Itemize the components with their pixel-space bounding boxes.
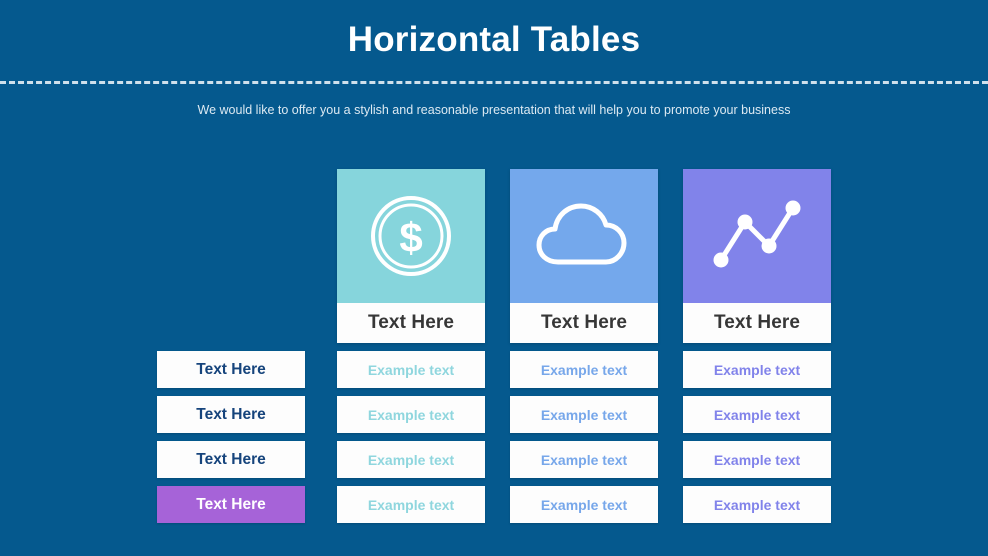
page-subtitle: We would like to offer you a stylish and… <box>197 103 791 117</box>
row-label-3[interactable]: Text Here <box>157 441 305 478</box>
table-cell-2-4[interactable]: Example text <box>510 486 658 523</box>
table-cell-3-4[interactable]: Example text <box>683 486 831 523</box>
dashed-divider <box>0 81 988 84</box>
line-chart-icon <box>683 169 831 303</box>
column-header-label-1: Text Here <box>337 303 485 343</box>
column-cells-3: Example text Example text Example text E… <box>683 351 831 531</box>
column-cells-1: Example text Example text Example text E… <box>337 351 485 531</box>
column-header-card-1[interactable]: $ Text Here <box>337 169 485 343</box>
column-header-card-3[interactable]: Text Here <box>683 169 831 343</box>
column-header-label-2: Text Here <box>510 303 658 343</box>
row-label-1[interactable]: Text Here <box>157 351 305 388</box>
coin-dollar-icon: $ <box>337 169 485 303</box>
row-label-2[interactable]: Text Here <box>157 396 305 433</box>
horizontal-table: Text Here Text Here Text Here Text Here … <box>157 169 853 529</box>
cloud-icon <box>510 169 658 303</box>
table-cell-3-3[interactable]: Example text <box>683 441 831 478</box>
table-cell-3-1[interactable]: Example text <box>683 351 831 388</box>
column-header-card-2[interactable]: Text Here <box>510 169 658 343</box>
table-cell-1-4[interactable]: Example text <box>337 486 485 523</box>
table-cell-2-3[interactable]: Example text <box>510 441 658 478</box>
table-cell-1-1[interactable]: Example text <box>337 351 485 388</box>
column-cells-2: Example text Example text Example text E… <box>510 351 658 531</box>
row-label-4[interactable]: Text Here <box>157 486 305 523</box>
table-cell-3-2[interactable]: Example text <box>683 396 831 433</box>
svg-text:$: $ <box>399 214 422 261</box>
table-cell-1-2[interactable]: Example text <box>337 396 485 433</box>
table-cell-2-2[interactable]: Example text <box>510 396 658 433</box>
page-title: Horizontal Tables <box>347 20 641 59</box>
table-cell-1-3[interactable]: Example text <box>337 441 485 478</box>
column-header-label-3: Text Here <box>683 303 831 343</box>
table-cell-2-1[interactable]: Example text <box>510 351 658 388</box>
row-label-list: Text Here Text Here Text Here Text Here <box>157 351 305 531</box>
slide-canvas: Horizontal Tables We would like to offer… <box>0 0 988 556</box>
